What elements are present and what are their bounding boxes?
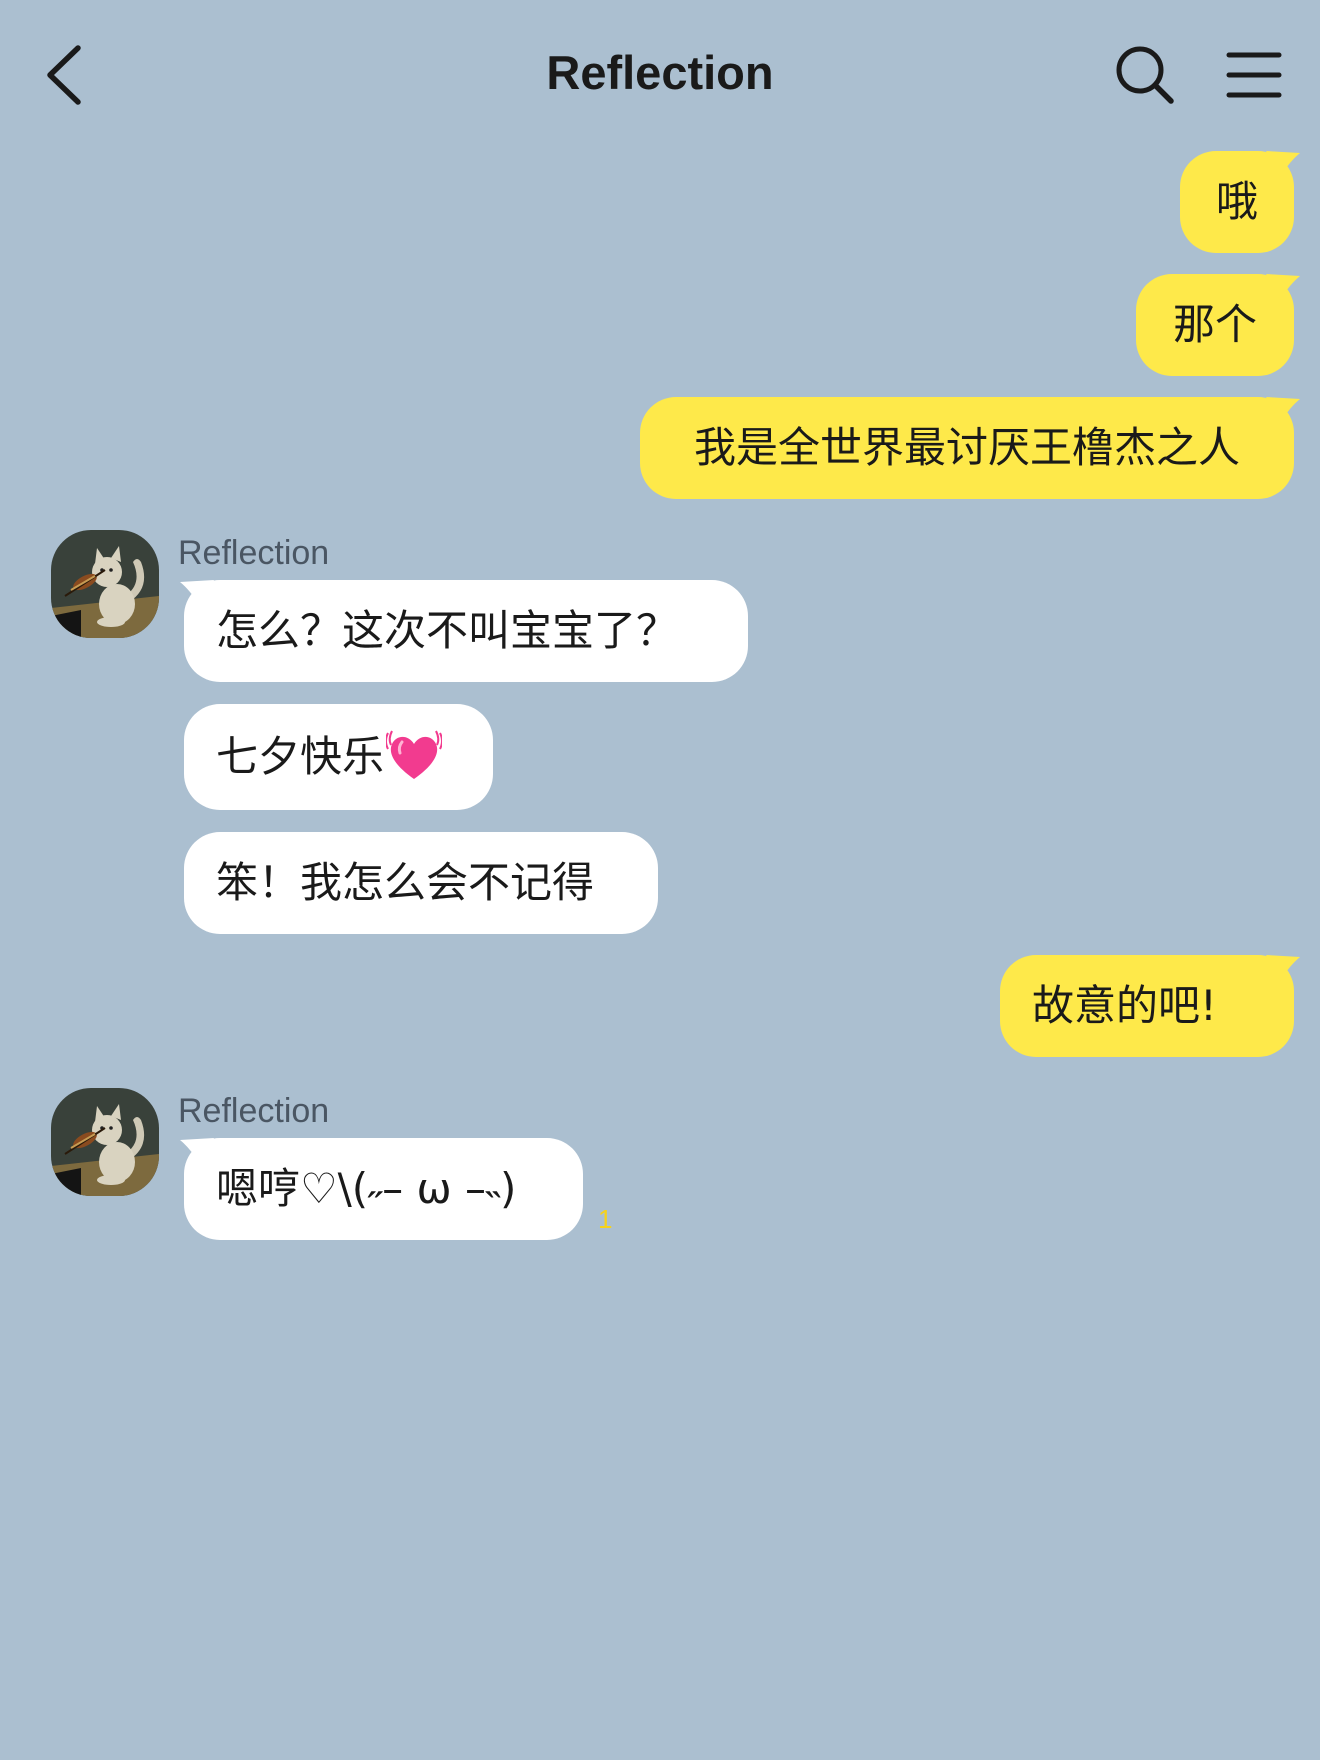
unread-count: 1: [598, 1204, 613, 1234]
message-text: 怎么？这次不叫宝宝了？: [216, 606, 679, 655]
bubble-tail: [180, 580, 214, 606]
bubble-tail: [1266, 397, 1300, 423]
message-text: 嗯哼♡\(˶– ω –˵): [216, 1164, 517, 1213]
contact-avatar[interactable]: [51, 1088, 159, 1196]
their-message-bubble[interactable]: 笨！我怎么会不记得: [184, 832, 658, 934]
search-icon: [1116, 46, 1174, 104]
their-message-bubble[interactable]: 嗯哼♡\(˶– ω –˵): [184, 1138, 583, 1240]
my-message-bubble[interactable]: 故意的吧!: [1000, 955, 1294, 1057]
chat-header: Reflection: [0, 0, 1320, 150]
sender-name: Reflection: [178, 534, 330, 572]
sender-name: Reflection: [178, 1092, 330, 1130]
message-text: 哦: [1215, 177, 1258, 226]
cat-violinist-avatar-icon: [51, 530, 159, 638]
hamburger-menu-icon: [1226, 52, 1282, 98]
menu-button[interactable]: [1225, 48, 1283, 102]
cat-violinist-avatar-icon: [51, 1088, 159, 1196]
bubble-tail: [1266, 151, 1300, 177]
bubble-tail: [180, 1138, 214, 1164]
bubble-tail: [1266, 955, 1300, 981]
their-message-bubble[interactable]: 七夕快乐: [184, 704, 493, 810]
my-message-bubble[interactable]: 我是全世界最讨厌王橹杰之人: [640, 397, 1294, 499]
message-text: 七夕快乐: [216, 732, 385, 781]
message-text: 我是全世界最讨厌王橹杰之人: [693, 423, 1240, 472]
bubble-tail: [1266, 274, 1300, 300]
their-message-bubble[interactable]: 怎么？这次不叫宝宝了？: [184, 580, 748, 682]
message-text: 那个: [1172, 300, 1257, 349]
contact-avatar[interactable]: [51, 530, 159, 638]
search-button[interactable]: [1114, 44, 1176, 106]
message-text: 故意的吧!: [1032, 981, 1217, 1030]
pink-heart-icon: [386, 730, 443, 779]
message-text: 笨！我怎么会不记得: [216, 858, 595, 907]
